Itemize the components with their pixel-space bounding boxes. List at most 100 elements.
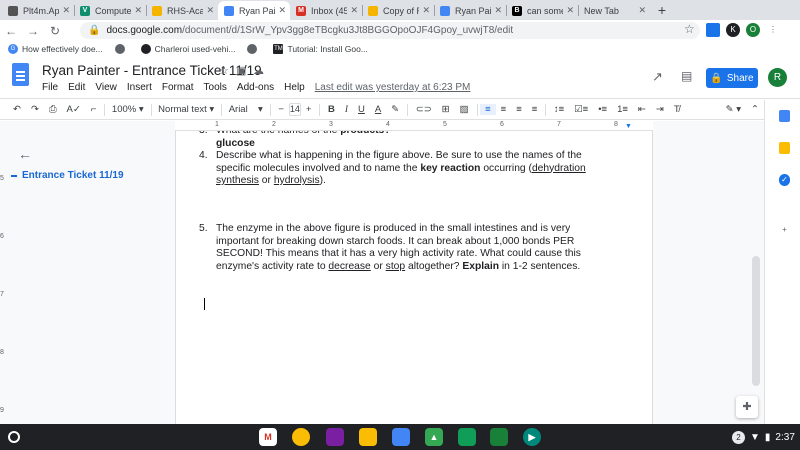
bookmark[interactable] [247,44,261,54]
print-icon[interactable]: ⎙ [44,104,62,115]
spellcheck-icon[interactable]: A✓ [62,104,86,115]
chrome-app-icon[interactable] [292,428,310,446]
star-icon[interactable]: ☆ [219,64,229,77]
redo-icon[interactable]: ↷ [26,104,44,115]
browser-tab[interactable]: Plt4m.App✕ [2,1,74,20]
calendar-icon[interactable] [779,110,790,122]
scrollbar[interactable] [752,256,760,386]
menu-view[interactable]: View [95,82,117,93]
bookmark[interactable]: Charleroi used-vehi... [140,44,235,54]
decrease-indent-icon[interactable]: ⇤ [633,104,651,115]
close-icon[interactable]: ✕ [206,5,214,16]
link-icon[interactable]: ⊂⊃ [411,104,437,115]
document-page[interactable]: 3. What are the names of the products? g… [175,125,653,424]
browser-tab[interactable]: VComputer Re✕ [74,1,146,20]
bookmark[interactable] [114,44,129,54]
font-select[interactable]: Arial ▾ [225,104,267,115]
close-icon[interactable]: ✕ [638,5,646,16]
increase-indent-icon[interactable]: ⇥ [651,104,669,115]
zoom-select[interactable]: 100% ▾ [108,104,148,115]
k-extension-icon[interactable]: K [726,23,740,37]
docs-logo-icon[interactable] [12,63,29,86]
line-spacing-icon[interactable]: ↕≡ [549,104,569,115]
keep-app-icon[interactable] [359,428,377,446]
docs-app-icon[interactable] [392,428,410,446]
bold-icon[interactable]: B [323,104,340,115]
outline-heading[interactable]: Entrance Ticket 11/19 [22,170,124,181]
right-indent-marker[interactable]: ▼ [625,123,632,130]
close-icon[interactable]: ✕ [62,5,70,16]
browser-tab-active[interactable]: Ryan Painter✕ [218,1,290,20]
align-center-icon[interactable]: ≡ [496,104,512,115]
chevron-up-icon[interactable]: ⌃ [746,104,764,115]
move-folder-icon[interactable]: ▣ [236,64,246,77]
drive-app-icon[interactable]: ▲ [425,428,443,446]
paint-format-icon[interactable]: ⌐ [86,104,102,115]
close-icon[interactable]: ✕ [134,5,142,16]
align-left-icon[interactable]: ≡ [480,104,496,115]
last-edit-link[interactable]: Last edit was yesterday at 6:23 PM [315,82,471,93]
back-arrow-icon[interactable]: ← [0,24,22,38]
profile-icon[interactable]: O [746,23,760,37]
extension-icon[interactable] [706,23,720,37]
url-bar[interactable]: 🔒 docs.google.com/document/d/1SrW_Ypv3gg… [80,22,700,39]
new-tab-button[interactable]: + [650,1,674,20]
text-color-icon[interactable]: A [370,104,386,115]
bulleted-list-icon[interactable]: •≡ [593,104,612,115]
close-icon[interactable]: ✕ [422,5,430,16]
add-comment-icon[interactable]: ⊞ [437,104,455,115]
align-right-icon[interactable]: ≡ [511,104,527,115]
justify-icon[interactable]: ≡ [527,104,543,115]
close-icon[interactable]: ✕ [350,5,358,16]
meet-app-icon[interactable]: ▶ [523,428,541,446]
gmail-app-icon[interactable]: M [259,428,277,446]
notes-app-icon[interactable] [326,428,344,446]
font-size-input[interactable]: 14 [288,103,301,116]
italic-icon[interactable]: I [340,105,353,115]
increase-font-size-icon[interactable]: + [301,104,317,115]
undo-icon[interactable]: ↶ [8,104,26,115]
browser-tab[interactable]: MInbox (45) -✕ [290,1,362,20]
activity-trend-icon[interactable]: ↗ [652,69,663,85]
menu-edit[interactable]: Edit [68,82,85,93]
menu-addons[interactable]: Add-ons [237,82,274,93]
menu-file[interactable]: File [42,82,58,93]
classroom-app-icon[interactable] [490,428,508,446]
back-arrow-icon[interactable]: ← [18,146,32,162]
more-icon[interactable]: ⋮ [766,23,780,37]
editing-mode-icon[interactable]: ✎ ▾ [721,104,746,115]
explore-button[interactable]: ✚ [736,396,758,418]
share-button[interactable]: 🔒 Share [706,68,758,88]
browser-tab[interactable]: Copy of Rya✕ [362,1,434,20]
forward-arrow-icon[interactable]: → [22,24,44,38]
browser-tab[interactable]: Ryan Painte✕ [434,1,506,20]
checklist-icon[interactable]: ☑≡ [569,104,593,115]
style-select[interactable]: Normal text ▾ [154,104,218,115]
close-icon[interactable]: ✕ [494,5,502,16]
star-icon[interactable]: ☆ [684,22,695,36]
close-icon[interactable]: ✕ [278,5,286,16]
menu-format[interactable]: Format [162,82,194,93]
decrease-font-size-icon[interactable]: − [273,104,289,115]
keep-icon[interactable] [779,142,790,154]
add-addon-icon[interactable]: + [779,224,790,236]
menu-help[interactable]: Help [284,82,305,93]
comment-icon[interactable]: ▤ [681,69,692,83]
avatar[interactable]: R [768,68,787,87]
launcher-icon[interactable] [8,431,20,443]
underline-icon[interactable]: U [353,104,370,115]
clear-formatting-icon[interactable]: T̸ [669,104,685,115]
sheets-app-icon[interactable] [458,428,476,446]
bookmark[interactable]: TM Tutorial: Install Goo... [273,44,368,54]
tasks-icon[interactable]: ✓ [779,174,790,186]
browser-tab[interactable]: Bcan someboo✕ [506,1,578,20]
highlight-icon[interactable]: ✎ [386,104,404,115]
numbered-list-icon[interactable]: 1≡ [612,104,633,115]
reload-icon[interactable]: ↻ [44,24,66,38]
browser-tab[interactable]: RHS-Acad El✕ [146,1,218,20]
browser-tab[interactable]: New Tab ✕ [578,1,650,20]
menu-insert[interactable]: Insert [127,82,152,93]
menu-tools[interactable]: Tools [204,82,227,93]
bookmark[interactable]: G How effectively doe... [8,44,103,54]
close-icon[interactable]: ✕ [566,5,574,16]
